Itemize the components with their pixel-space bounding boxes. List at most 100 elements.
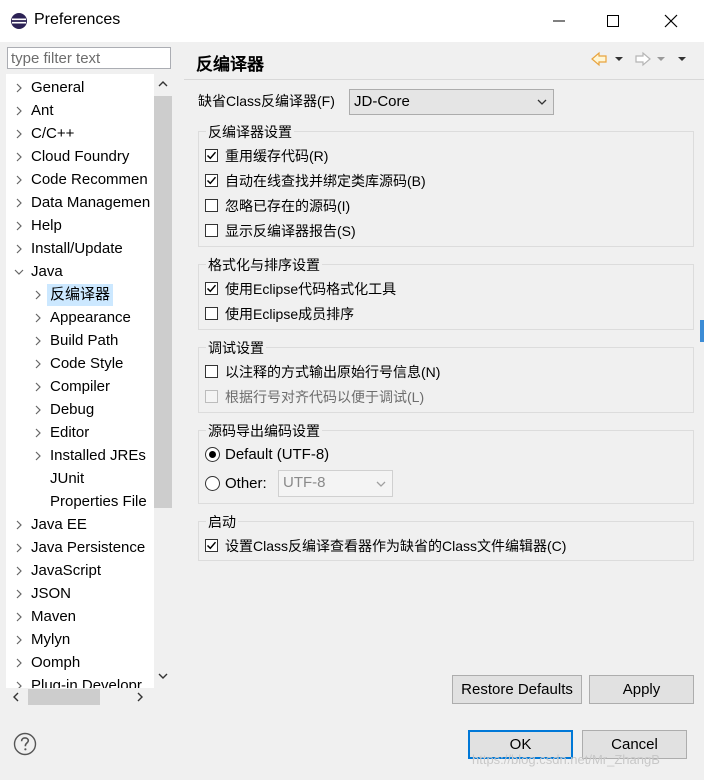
- chevron-right-icon[interactable]: [14, 629, 24, 651]
- close-icon: [664, 14, 678, 28]
- chevron-right-icon[interactable]: [33, 445, 43, 467]
- maximize-button[interactable]: [584, 0, 642, 42]
- tree-item[interactable]: Maven: [6, 606, 154, 628]
- tree-item[interactable]: C/C++: [6, 123, 154, 145]
- reuse-cache-label: 重用缓存代码(R): [225, 148, 329, 164]
- tree-item[interactable]: Properties File: [6, 491, 154, 513]
- tree-vertical-scroll-thumb[interactable]: [154, 96, 172, 508]
- tree-item[interactable]: Editor: [6, 422, 154, 444]
- chevron-right-icon[interactable]: [14, 238, 24, 260]
- apply-button[interactable]: Apply: [589, 675, 694, 704]
- scroll-right-icon[interactable]: [136, 692, 144, 702]
- checkbox-box[interactable]: [205, 282, 218, 295]
- minimize-button[interactable]: [530, 0, 588, 42]
- chevron-down-icon[interactable]: [14, 261, 24, 283]
- tree-item[interactable]: Compiler: [6, 376, 154, 398]
- tree-item-label: Debug: [50, 401, 95, 418]
- tree-item[interactable]: Cloud Foundry: [6, 146, 154, 168]
- chevron-right-icon[interactable]: [33, 330, 43, 352]
- checkbox-box[interactable]: [205, 174, 218, 187]
- tree-item[interactable]: Data Managemen: [6, 192, 154, 214]
- tree-item[interactable]: Code Recommen: [6, 169, 154, 191]
- back-menu-chevron-down-icon[interactable]: [615, 57, 623, 61]
- encoding-settings-group: [198, 430, 694, 504]
- use-eclipse-formatter-label: 使用Eclipse代码格式化工具: [225, 281, 397, 297]
- tree-item[interactable]: JUnit: [6, 468, 154, 490]
- checkbox-box[interactable]: [205, 149, 218, 162]
- pane-sash[interactable]: [179, 42, 184, 710]
- checkbox-box: [205, 390, 218, 403]
- chevron-right-icon[interactable]: [14, 77, 24, 99]
- window-title: Preferences: [34, 11, 121, 28]
- tree-item-label: C/C++: [31, 125, 75, 142]
- tree-item[interactable]: JavaScript: [6, 560, 154, 582]
- checkbox-box[interactable]: [205, 365, 218, 378]
- tree-item-label: JSON: [31, 585, 72, 602]
- checkmark-icon: [206, 151, 217, 160]
- filter-input[interactable]: [7, 47, 171, 69]
- tree-item[interactable]: Code Style: [6, 353, 154, 375]
- chevron-right-icon[interactable]: [14, 123, 24, 145]
- view-menu-icon[interactable]: [678, 57, 686, 61]
- tree-item[interactable]: Java: [6, 261, 154, 283]
- checkbox-box[interactable]: [205, 224, 218, 237]
- scroll-up-icon[interactable]: [158, 80, 168, 88]
- decompiler-settings-title: 反编译器设置: [206, 122, 294, 142]
- chevron-right-icon[interactable]: [14, 169, 24, 191]
- tree-item[interactable]: Ant: [6, 100, 154, 122]
- chevron-right-icon[interactable]: [14, 192, 24, 214]
- tree-item[interactable]: Help: [6, 215, 154, 237]
- chevron-right-icon[interactable]: [14, 583, 24, 605]
- back-arrow-icon[interactable]: [591, 51, 607, 67]
- tree-item-label: Java EE: [31, 516, 87, 533]
- radio-button[interactable]: [205, 476, 220, 491]
- checkbox-box[interactable]: [205, 199, 218, 212]
- radio-button[interactable]: [205, 447, 220, 462]
- close-button[interactable]: [642, 0, 700, 42]
- chevron-right-icon[interactable]: [14, 146, 24, 168]
- chevron-right-icon[interactable]: [33, 284, 43, 306]
- chevron-right-icon[interactable]: [33, 399, 43, 421]
- tree-item-label: JavaScript: [31, 562, 102, 579]
- output-line-numbers-label: 以注释的方式输出原始行号信息(N): [225, 364, 441, 380]
- scroll-left-icon[interactable]: [12, 692, 20, 702]
- tree-item[interactable]: Installed JREs: [6, 445, 154, 467]
- tree-item[interactable]: Oomph: [6, 652, 154, 674]
- tree-item[interactable]: Mylyn: [6, 629, 154, 651]
- chevron-right-icon[interactable]: [33, 376, 43, 398]
- restore-defaults-button[interactable]: Restore Defaults: [452, 675, 582, 704]
- checkmark-icon: [206, 541, 217, 550]
- tree-item[interactable]: 反编译器: [6, 284, 154, 306]
- forward-arrow-icon[interactable]: [635, 51, 651, 67]
- chevron-right-icon[interactable]: [14, 606, 24, 628]
- chevron-right-icon[interactable]: [14, 514, 24, 536]
- checkbox-box[interactable]: [205, 307, 218, 320]
- chevron-right-icon[interactable]: [33, 422, 43, 444]
- tree-horizontal-scroll-thumb[interactable]: [28, 689, 100, 705]
- chevron-right-icon[interactable]: [14, 652, 24, 674]
- help-icon[interactable]: [13, 732, 37, 756]
- scroll-down-icon[interactable]: [158, 672, 168, 680]
- ignore-existing-source-label: 忽略已存在的源码(I): [225, 198, 351, 214]
- tree-item[interactable]: Java EE: [6, 514, 154, 536]
- tree-item[interactable]: Java Persistence: [6, 537, 154, 559]
- chevron-right-icon[interactable]: [14, 215, 24, 237]
- tree-item[interactable]: Appearance: [6, 307, 154, 329]
- tree-item[interactable]: JSON: [6, 583, 154, 605]
- default-decompiler-combo[interactable]: JD-Core: [349, 89, 554, 115]
- tree-item[interactable]: Install/Update: [6, 238, 154, 260]
- forward-menu-chevron-down-icon[interactable]: [657, 57, 665, 61]
- tree-item[interactable]: Plug-in Developr: [6, 675, 154, 688]
- chevron-right-icon[interactable]: [14, 537, 24, 559]
- tree-item-label: Installed JREs: [50, 447, 146, 464]
- chevron-right-icon[interactable]: [14, 675, 24, 688]
- tree-item[interactable]: General: [6, 77, 154, 99]
- chevron-right-icon[interactable]: [14, 100, 24, 122]
- checkbox-box[interactable]: [205, 539, 218, 552]
- tree-item-label: Cloud Foundry: [31, 148, 130, 165]
- chevron-right-icon[interactable]: [33, 353, 43, 375]
- tree-item[interactable]: Build Path: [6, 330, 154, 352]
- chevron-right-icon[interactable]: [33, 307, 43, 329]
- chevron-right-icon[interactable]: [14, 560, 24, 582]
- tree-item[interactable]: Debug: [6, 399, 154, 421]
